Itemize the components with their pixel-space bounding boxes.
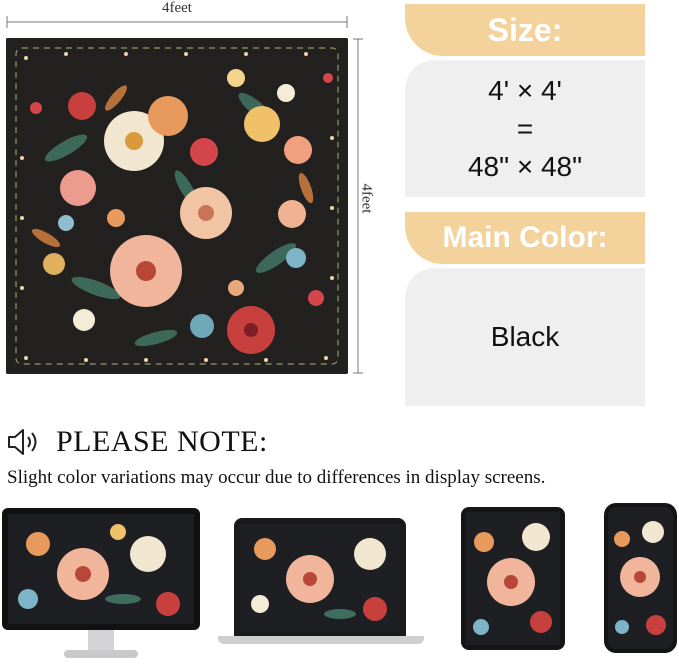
laptop-screen-art bbox=[240, 524, 400, 632]
width-arrow-line bbox=[6, 16, 348, 28]
height-label: 4feet bbox=[358, 183, 375, 214]
phone-device bbox=[604, 503, 677, 653]
speaker-icon bbox=[8, 429, 37, 455]
phone-screen bbox=[608, 507, 673, 649]
laptop-device bbox=[218, 518, 424, 646]
color-heading: Main Color: bbox=[442, 221, 608, 254]
tablet-device bbox=[461, 507, 565, 650]
rug-image bbox=[6, 38, 348, 374]
size-heading: Size: bbox=[487, 11, 563, 48]
monitor-frame bbox=[2, 508, 200, 630]
size-equals: = bbox=[516, 112, 534, 144]
note-text: Slight color variations may occur due to… bbox=[7, 467, 546, 488]
laptop-base bbox=[218, 636, 424, 644]
floral-rug-illustration bbox=[6, 38, 348, 374]
width-dimension: 4feet bbox=[6, 0, 348, 30]
note-header: PLEASE NOTE: bbox=[6, 424, 268, 460]
size-feet: 4' × 4' bbox=[488, 74, 562, 106]
color-value: Black bbox=[490, 321, 560, 352]
monitor-stand bbox=[88, 630, 114, 652]
laptop-screen bbox=[240, 524, 400, 632]
laptop-lid bbox=[234, 518, 406, 636]
phone-screen-art bbox=[608, 507, 673, 649]
height-dimension: 4feet bbox=[352, 38, 382, 374]
color-card-body: Black bbox=[405, 268, 645, 406]
size-card-body: 4' × 4' = 48" × 48" bbox=[405, 60, 645, 197]
size-card-header: Size: bbox=[405, 4, 645, 56]
note-title: PLEASE NOTE: bbox=[56, 425, 268, 458]
monitor-base bbox=[64, 650, 138, 658]
monitor-device bbox=[2, 508, 200, 660]
size-inches: 48" × 48" bbox=[467, 150, 583, 182]
tablet-screen bbox=[466, 512, 560, 645]
monitor-screen-art bbox=[8, 514, 194, 624]
monitor-screen bbox=[8, 514, 194, 624]
color-card-header: Main Color: bbox=[405, 212, 645, 264]
tablet-screen-art bbox=[466, 512, 560, 645]
